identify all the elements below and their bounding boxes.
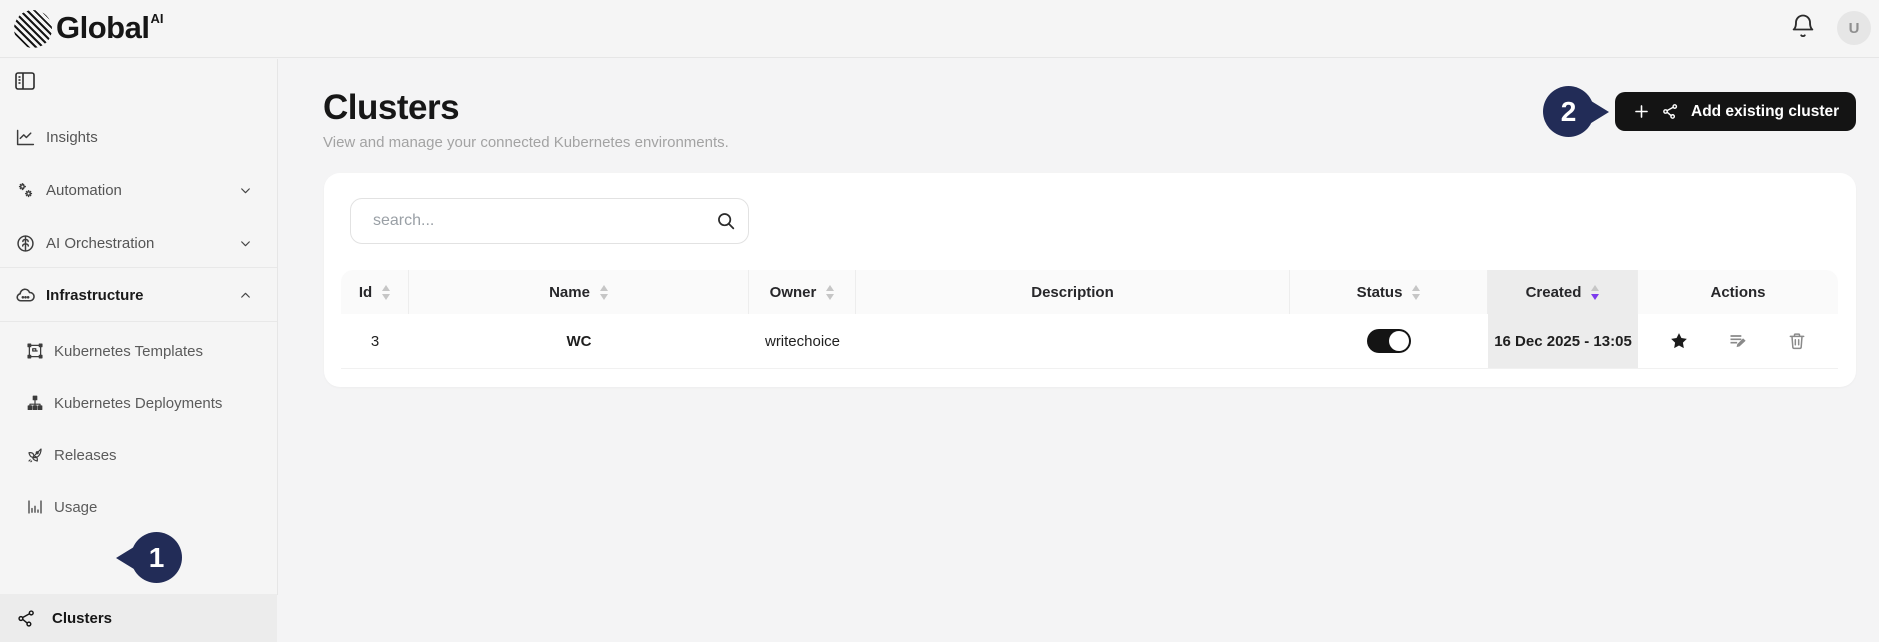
sidebar: Insights Automation AI Orchestratio bbox=[0, 59, 278, 595]
column-label: Name bbox=[549, 284, 590, 301]
annotation-arrow-right bbox=[1583, 96, 1609, 128]
sidebar-item-label: Insights bbox=[46, 129, 98, 146]
sidebar-item-insights[interactable]: Insights bbox=[0, 115, 278, 159]
column-label: Description bbox=[1031, 284, 1114, 301]
sidebar-item-kubernetes-deployments[interactable]: Kubernetes Deployments bbox=[0, 381, 278, 425]
search-box bbox=[350, 198, 749, 244]
sort-icon-active[interactable] bbox=[1591, 285, 1599, 300]
cell-status bbox=[1290, 314, 1488, 368]
sidebar-item-clusters[interactable]: Clusters bbox=[0, 594, 277, 642]
column-header-name[interactable]: Name bbox=[409, 270, 749, 314]
sidebar-item-label: Kubernetes Templates bbox=[54, 343, 203, 360]
sidebar-item-releases[interactable]: Releases bbox=[0, 433, 278, 477]
chart-line-icon bbox=[15, 127, 36, 148]
globe-icon bbox=[14, 10, 52, 48]
column-label: Owner bbox=[770, 284, 817, 301]
share-network-icon bbox=[1662, 103, 1679, 120]
sidebar-item-label: Clusters bbox=[52, 610, 112, 627]
notifications-bell-icon[interactable] bbox=[1789, 12, 1817, 40]
user-avatar[interactable]: U bbox=[1837, 11, 1871, 45]
column-header-created[interactable]: Created bbox=[1488, 270, 1638, 314]
app-root: Global AI U Insights bbox=[0, 0, 1879, 595]
search-input[interactable] bbox=[350, 198, 749, 244]
brand-logo[interactable]: Global AI bbox=[14, 8, 163, 48]
annotation-number: 1 bbox=[131, 532, 182, 583]
clusters-card: Id Name Owner Description Status bbox=[324, 173, 1856, 387]
chevron-down-icon bbox=[239, 184, 252, 197]
bar-chart-icon bbox=[26, 498, 44, 516]
column-header-description: Description bbox=[856, 270, 1290, 314]
sidebar-divider bbox=[0, 321, 277, 322]
chevron-up-icon bbox=[239, 289, 252, 302]
column-header-actions: Actions bbox=[1638, 270, 1838, 314]
column-label: Id bbox=[359, 284, 372, 301]
sidebar-item-label: Automation bbox=[46, 182, 122, 199]
column-header-owner[interactable]: Owner bbox=[749, 270, 856, 314]
cell-id: 3 bbox=[341, 314, 409, 368]
brand-suffix: AI bbox=[150, 11, 163, 26]
top-bar: Global AI U bbox=[0, 0, 1879, 58]
plus-icon bbox=[1632, 102, 1651, 121]
sidebar-collapse-icon[interactable] bbox=[13, 69, 37, 93]
rocket-icon bbox=[26, 446, 44, 464]
brain-icon bbox=[15, 233, 36, 254]
add-existing-cluster-label: Add existing cluster bbox=[1691, 103, 1839, 121]
sort-icon[interactable] bbox=[382, 285, 390, 300]
cell-owner: writechoice bbox=[749, 314, 856, 368]
sidebar-divider bbox=[0, 267, 277, 268]
column-label: Actions bbox=[1710, 284, 1765, 301]
favorite-star-icon[interactable] bbox=[1669, 331, 1689, 351]
page-subtitle: View and manage your connected Kubernete… bbox=[323, 134, 729, 151]
cell-actions bbox=[1638, 314, 1838, 368]
template-icon bbox=[26, 342, 44, 360]
cell-created: 16 Dec 2025 - 13:05 bbox=[1488, 314, 1638, 368]
toggle-knob bbox=[1389, 331, 1409, 351]
column-header-id[interactable]: Id bbox=[341, 270, 409, 314]
annotation-step-1: 1 bbox=[116, 532, 182, 584]
table-row: 3 WC writechoice 16 Dec 2025 - 13:05 bbox=[341, 314, 1838, 369]
chevron-down-icon bbox=[239, 237, 252, 250]
clusters-table: Id Name Owner Description Status bbox=[341, 270, 1838, 369]
gears-icon bbox=[15, 180, 36, 201]
table-header-row: Id Name Owner Description Status bbox=[341, 270, 1838, 314]
sidebar-item-label: AI Orchestration bbox=[46, 235, 154, 252]
delete-trash-icon[interactable] bbox=[1787, 331, 1807, 351]
edit-icon[interactable] bbox=[1728, 331, 1748, 351]
sort-icon[interactable] bbox=[826, 285, 834, 300]
add-existing-cluster-button[interactable]: Add existing cluster bbox=[1615, 92, 1856, 131]
cell-name: WC bbox=[409, 314, 749, 368]
sidebar-item-usage[interactable]: Usage bbox=[0, 485, 278, 529]
sort-icon[interactable] bbox=[600, 285, 608, 300]
brand-name: Global bbox=[56, 8, 149, 48]
sidebar-item-label: Infrastructure bbox=[46, 287, 144, 304]
search-icon[interactable] bbox=[715, 210, 737, 232]
sort-icon[interactable] bbox=[1412, 285, 1420, 300]
share-network-icon bbox=[17, 609, 36, 628]
page-title: Clusters bbox=[323, 88, 459, 128]
sidebar-item-ai-orchestration[interactable]: AI Orchestration bbox=[0, 221, 278, 265]
sidebar-item-infrastructure[interactable]: Infrastructure bbox=[0, 273, 278, 317]
annotation-step-2: 2 bbox=[1543, 86, 1609, 138]
cloud-icon bbox=[15, 285, 36, 306]
sidebar-item-automation[interactable]: Automation bbox=[0, 168, 278, 212]
hierarchy-icon bbox=[26, 394, 44, 412]
sidebar-item-kubernetes-templates[interactable]: Kubernetes Templates bbox=[0, 329, 278, 373]
sidebar-item-label: Kubernetes Deployments bbox=[54, 395, 222, 412]
column-label: Created bbox=[1526, 284, 1582, 301]
status-toggle[interactable] bbox=[1367, 329, 1411, 353]
sidebar-item-label: Usage bbox=[54, 499, 97, 516]
column-label: Status bbox=[1357, 284, 1403, 301]
cell-description bbox=[856, 314, 1290, 368]
column-header-status[interactable]: Status bbox=[1290, 270, 1488, 314]
sidebar-item-label: Releases bbox=[54, 447, 117, 464]
